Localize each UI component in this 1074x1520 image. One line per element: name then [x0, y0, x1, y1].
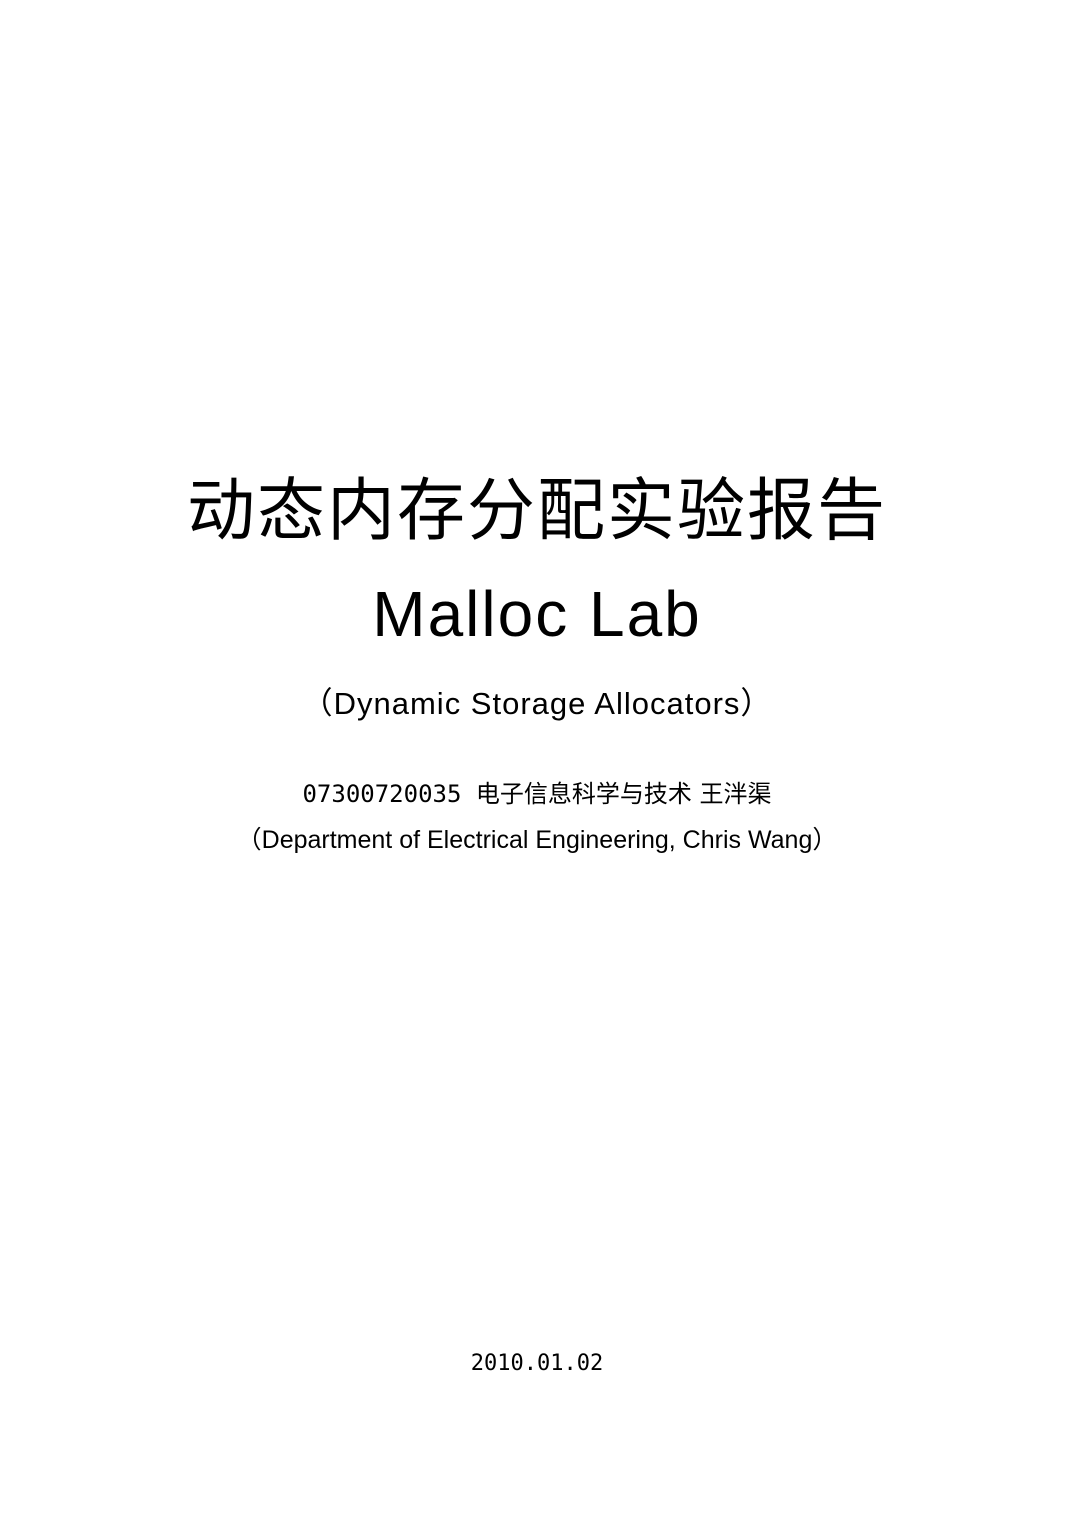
major-and-author-name: 电子信息科学与技术 王泮渠 — [475, 780, 772, 808]
report-title-chinese: 动态内存分配实验报告 — [186, 472, 887, 551]
report-title-english: Malloc Lab — [372, 578, 702, 650]
student-id: 07300720035 — [302, 780, 462, 808]
report-subtitle: （Dynamic Storage Allocators） — [301, 686, 773, 721]
report-date: 2010.01.02 — [470, 1351, 604, 1376]
author-line: 07300720035 电子信息科学与技术 王泮渠 — [0, 782, 1074, 806]
department-line: （Department of Electrical Engineering, C… — [236, 826, 838, 854]
